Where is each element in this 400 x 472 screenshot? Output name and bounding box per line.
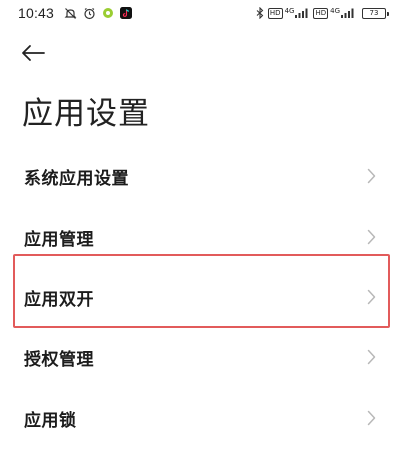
menu-item-label: 系统应用设置 (24, 168, 129, 189)
menu-item-dual-apps[interactable]: 应用双开 (0, 267, 400, 327)
network-type-label-2: 4G (330, 7, 340, 15)
menu-item-label: 应用双开 (24, 289, 94, 310)
signal-strength-icon-1: 4G (285, 8, 309, 18)
mute-notification-icon (64, 7, 77, 20)
app-notification-icon (102, 7, 114, 19)
menu-item-app-management[interactable]: 应用管理 (0, 207, 400, 267)
menu-item-label: 授权管理 (24, 349, 94, 370)
chevron-right-icon (367, 410, 376, 426)
page-title: 应用设置 (22, 96, 150, 132)
menu-item-label: 应用锁 (24, 410, 77, 431)
back-button[interactable] (20, 38, 50, 68)
battery-level: 73 (369, 9, 379, 17)
status-time: 10:43 (18, 5, 55, 21)
menu-item-label: 应用管理 (24, 229, 94, 250)
network-type-label-1: 4G (284, 7, 295, 15)
alarm-clock-icon (83, 7, 96, 20)
status-right-group: HD 4G HD 4G 73 (256, 7, 389, 19)
battery-icon: 73 (362, 7, 389, 19)
hd-badge-2: HD (313, 7, 329, 19)
tiktok-icon (120, 7, 133, 19)
back-arrow-icon (22, 45, 45, 61)
menu-item-permissions[interactable]: 授权管理 (0, 327, 400, 387)
signal-strength-icon-2: 4G (330, 8, 354, 18)
bluetooth-icon (256, 7, 264, 19)
chevron-right-icon (367, 168, 376, 184)
chevron-right-icon (367, 289, 376, 305)
menu-item-system-app-settings[interactable]: 系统应用设置 (0, 146, 400, 206)
hd-badge-1: HD (267, 7, 283, 19)
chevron-right-icon (367, 229, 376, 245)
menu-item-app-lock[interactable]: 应用锁 (0, 388, 400, 448)
chevron-right-icon (367, 349, 376, 365)
status-bar: 10:43 HD 4G HD 4G 73 (0, 0, 400, 26)
